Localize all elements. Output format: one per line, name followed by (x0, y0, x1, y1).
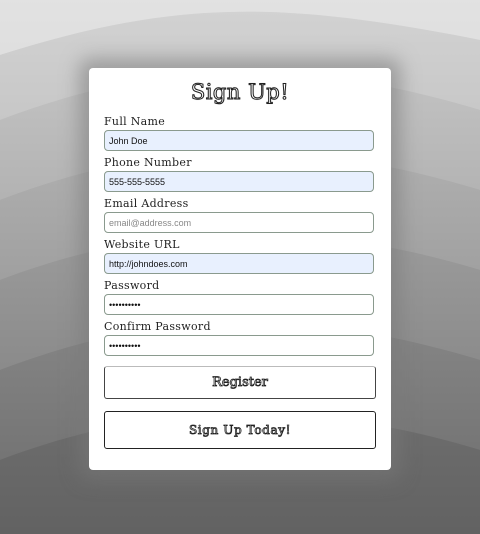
password-label: Password (104, 279, 160, 292)
confirm-password-field[interactable] (104, 335, 374, 356)
password-field[interactable] (104, 294, 374, 315)
website-url-field[interactable] (104, 253, 374, 274)
confirm-password-label: Confirm Password (104, 320, 211, 333)
signup-today-button[interactable]: Sign Up Today! (104, 411, 376, 449)
email-address-label: Email Address (104, 197, 189, 210)
website-url-label: Website URL (104, 238, 180, 251)
full-name-label: Full Name (104, 115, 166, 128)
email-address-field[interactable] (104, 212, 374, 233)
phone-number-label: Phone Number (104, 156, 192, 169)
register-button[interactable]: Register (104, 366, 376, 399)
form-title: Sign Up! (190, 80, 290, 105)
full-name-field[interactable] (104, 130, 374, 151)
phone-number-field[interactable] (104, 171, 374, 192)
